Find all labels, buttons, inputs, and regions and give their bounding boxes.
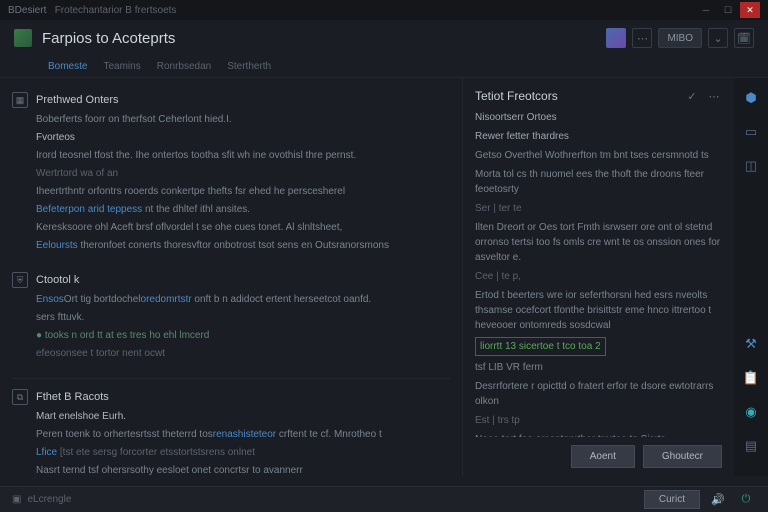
code-highlight: liorrtt 13 sicertoe t tco toa 2 [475, 337, 606, 356]
link[interactable]: Ensos [36, 294, 64, 305]
cube-icon[interactable]: ⬢ [739, 86, 763, 110]
accept-button[interactable]: Aoent [571, 445, 635, 468]
chevron-down-icon[interactable]: ⌄ [708, 28, 728, 48]
folder-icon[interactable]: ▭ [739, 120, 763, 144]
close-icon[interactable]: ✕ [740, 2, 760, 18]
tool-icon[interactable]: ⚒ [739, 332, 763, 356]
page-title: Farpios to Acoteprts [42, 30, 596, 47]
app-icon [14, 29, 32, 47]
layers-icon[interactable]: ▤ [739, 434, 763, 458]
more-icon[interactable]: ⋯ [706, 88, 722, 104]
section-icon: ▦ [12, 92, 28, 108]
section-title: Prethwed Onters [36, 94, 119, 106]
link[interactable]: Befeterpon arid teppess [36, 204, 142, 215]
clipboard-icon[interactable]: 📋 [739, 366, 763, 390]
link[interactable]: oredomrtstr [141, 294, 192, 305]
box-icon: ⧉ [12, 389, 28, 405]
shortcut-button[interactable]: Ghoutecr [643, 445, 722, 468]
section-title: Ctootol k [36, 274, 79, 286]
tab-1[interactable]: Teamins [103, 61, 140, 72]
tab-bar: Bomeste Teamins Ronrbsedan Stertherth [0, 56, 768, 78]
footer-button[interactable]: Curict [644, 490, 700, 509]
package-icon[interactable]: ◫ [739, 154, 763, 178]
plug-icon[interactable]: ⏻ [736, 492, 756, 508]
status-icon: ▣ [12, 494, 21, 505]
link[interactable]: renashisteteor [213, 429, 276, 440]
speaker-icon[interactable]: 🔊 [708, 492, 728, 508]
link[interactable]: Eeloursts [36, 240, 78, 251]
side-panel: Tetiot Freotcors ✓ ⋯ Nisoortserr Ortoes … [462, 78, 734, 476]
tab-3[interactable]: Stertherth [227, 61, 271, 72]
content-left: ▦Prethwed Onters Boberferts foorr on the… [0, 78, 462, 476]
right-sidebar: ⬢ ▭ ◫ ⚒ 📋 ◉ ▤ [734, 78, 768, 476]
brand: BDesiert [8, 5, 46, 16]
link[interactable]: Lfice [36, 447, 57, 458]
section-title: Fthet B Racots [36, 391, 109, 403]
account-badge-icon[interactable] [606, 28, 626, 48]
shield-icon: ⛨ [12, 272, 28, 288]
calendar-icon[interactable]: 🗓 [734, 28, 754, 48]
status-text: eLcrengle [27, 494, 71, 505]
header-option-icon[interactable]: ⋯ [632, 28, 652, 48]
camera-icon[interactable]: ◉ [739, 400, 763, 424]
tab-2[interactable]: Ronrbsedan [157, 61, 211, 72]
maximize-icon[interactable]: ☐ [718, 2, 738, 18]
tab-0[interactable]: Bomeste [48, 61, 87, 72]
panel-title: Tetiot Freotcors [475, 89, 558, 103]
titlebar-subtitle: Frotechantarior B frertsoets [55, 5, 177, 16]
minimize-icon[interactable]: ─ [696, 2, 716, 18]
check-icon[interactable]: ✓ [684, 88, 700, 104]
mode-selector[interactable]: MIBO [658, 28, 702, 48]
